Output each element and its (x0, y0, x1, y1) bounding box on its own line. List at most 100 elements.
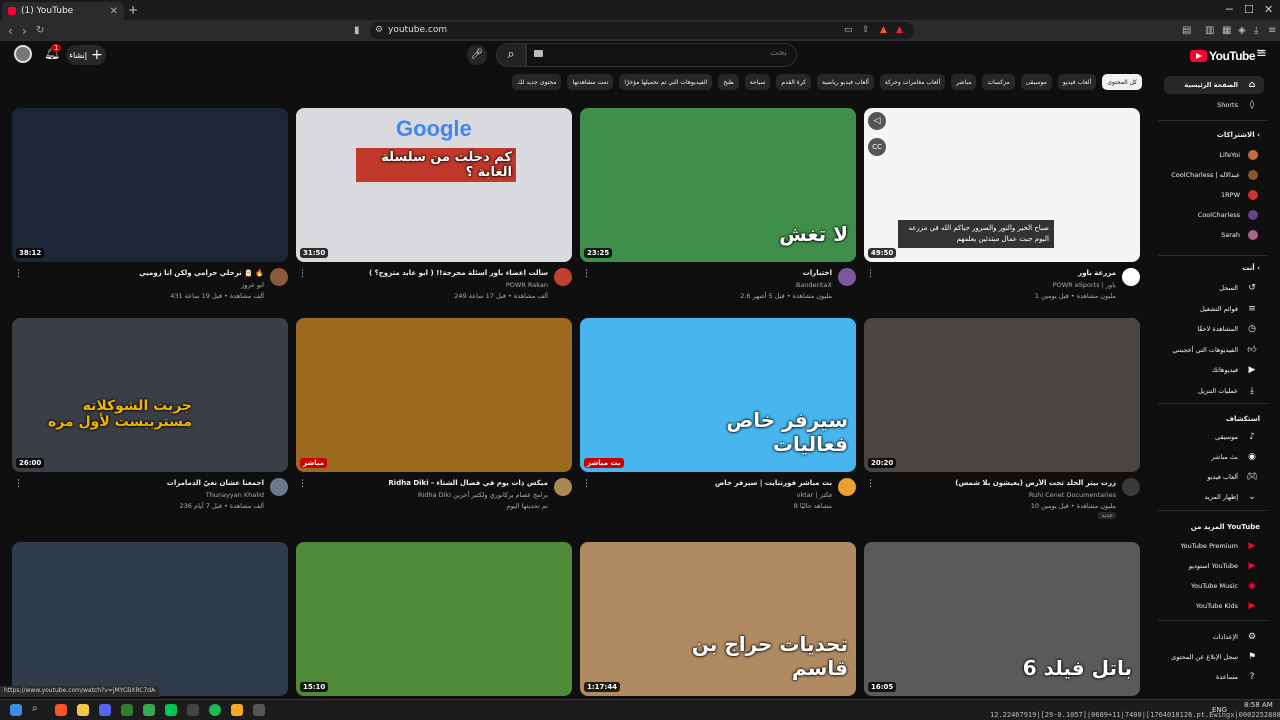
video-title[interactable]: اختبارات (602, 269, 832, 277)
account-avatar[interactable] (14, 45, 32, 63)
channel-name[interactable]: POWR eSports | باور (886, 281, 1116, 289)
maximize-icon[interactable]: ☐ (1244, 3, 1254, 16)
browser-tab[interactable]: (1) YouTube ✕ (2, 2, 124, 20)
sidebar-settings-2[interactable]: مساعدة? (1164, 668, 1264, 686)
chip-5[interactable]: ألعاب مغامرات وحركة (879, 74, 946, 90)
sidebar-sub-1[interactable]: CoolCharless | عبدالاله (1164, 166, 1264, 184)
chip-12[interactable]: محتوى جديد لك (512, 74, 562, 90)
sidebar-explore-3[interactable]: إظهار المزيد ⌄ (1164, 488, 1264, 506)
channel-name[interactable]: Ridha Diki برامج عصام يركانوري ولكثير آخ… (318, 491, 548, 499)
xbox-taskbar-icon[interactable] (121, 704, 133, 716)
video-title[interactable]: زرت بيتر الخلد تحت الأرض (يعيشون بلا شمس… (886, 479, 1116, 487)
app2-taskbar-icon[interactable] (165, 704, 177, 716)
video-thumbnail[interactable]: 15:10 (296, 542, 572, 696)
channel-name[interactable]: Ruhi Cenet Documentaries (886, 491, 1116, 499)
reload-icon[interactable]: ↻ (36, 25, 44, 36)
sidebar-you-0[interactable]: السجل ↺ (1164, 279, 1264, 297)
sidebar-you-4[interactable]: فيديوهاتك ▶ (1164, 361, 1264, 379)
site-info-icon[interactable]: ⚙ (375, 25, 383, 35)
sidebar-more-1[interactable]: استوديو YouTube ▶ (1164, 557, 1264, 575)
chip-9[interactable]: طبخ (718, 74, 739, 90)
video-thumbnail[interactable]: ◁ CC صباح الخير والنور والسرور حياكم الله … (864, 108, 1140, 262)
new-tab-icon[interactable]: + (128, 3, 138, 17)
video-thumbnail[interactable]: سيرفر خاص فعاليات بث مباشر (580, 318, 856, 472)
guide-menu-icon[interactable]: ≡ (1256, 46, 1267, 61)
create-button[interactable]: إنشاء + (66, 45, 106, 65)
forward-icon[interactable]: › (22, 24, 27, 38)
close-tab-icon[interactable]: ✕ (110, 6, 118, 17)
app5-taskbar-icon[interactable] (253, 704, 265, 716)
video-thumbnail[interactable]: تحديات حراج بن قاسم 1:17:44 (580, 542, 856, 696)
back-icon[interactable]: ‹ (8, 24, 13, 38)
channel-avatar[interactable] (554, 268, 572, 286)
app3-taskbar-icon[interactable] (187, 704, 199, 716)
video-title[interactable]: سألت اعضاء باور اسئلة محرجة!! ( ابو عابد… (318, 269, 548, 277)
channel-avatar[interactable] (1122, 478, 1140, 496)
brave-taskbar-icon[interactable] (55, 704, 67, 716)
more-actions-icon[interactable]: ⋮ (14, 269, 23, 279)
brave-shield-icon[interactable]: ▲ (880, 25, 887, 35)
sidebar-explore-2[interactable]: ألعاب فيديو 🎮︎ (1164, 468, 1264, 486)
channel-avatar[interactable] (270, 478, 288, 496)
more-actions-icon[interactable]: ⋮ (582, 479, 591, 489)
video-thumbnail[interactable]: 38:12 (12, 108, 288, 262)
search-taskbar-icon[interactable]: ⌕ (32, 703, 44, 715)
chip-1[interactable]: ألعاب فيديو (1057, 74, 1097, 90)
chip-4[interactable]: مباشر (951, 74, 977, 90)
chip-3[interactable]: مزكسات (982, 74, 1015, 90)
more-actions-icon[interactable]: ⋮ (298, 269, 307, 279)
sidebar-you-1[interactable]: قوائم التشغيل ≡ (1164, 300, 1264, 318)
sidebar-toggle-icon[interactable]: ▥ (1205, 25, 1214, 36)
sidebar-sub-2[interactable]: 1RPW (1164, 186, 1264, 204)
channel-name[interactable]: Thunayyan Khalid (34, 491, 264, 499)
sidebar-you-3[interactable]: الفيديوهات التي أعجبتني 👍︎ (1164, 341, 1264, 359)
start-icon[interactable] (10, 704, 22, 716)
more-actions-icon[interactable]: ⋮ (14, 479, 23, 489)
close-window-icon[interactable]: ✕ (1264, 3, 1273, 16)
sidebar-more-2[interactable]: YouTube Music ◉ (1164, 577, 1264, 595)
channel-name[interactable]: POWR Rakan (318, 281, 548, 289)
video-thumbnail[interactable]: كم دخلت من سلسلة الغابة ؟ Google 31:50 (296, 108, 572, 262)
chip-11[interactable]: تمت مشاهدتها (567, 74, 614, 90)
you-heading[interactable]: أنت ‹ (1242, 264, 1260, 272)
more-actions-icon[interactable]: ⋮ (866, 269, 875, 279)
video-thumbnail[interactable]: باتل فيلد 6 16:05 (864, 542, 1140, 696)
video-thumbnail[interactable]: 20:20 (864, 318, 1140, 472)
video-title[interactable]: Ridha Diki - ميكس ذات يوم في فضال الشتاء (318, 479, 548, 487)
sidebar-more-3[interactable]: YouTube Kids ▶ (1164, 597, 1264, 615)
youtube-logo[interactable]: YouTube SA (1190, 49, 1264, 63)
channel-name[interactable]: BanderitaX (602, 281, 832, 289)
chip-2[interactable]: موسيقى (1020, 74, 1052, 90)
chip-6[interactable]: ألعاب فيديو رياضية (817, 74, 874, 90)
video-title[interactable]: بث مباشر فورتنايت | سيرفر خاص (602, 479, 832, 487)
minimize-icon[interactable]: ─ (1226, 3, 1233, 16)
channel-name[interactable]: vktar | فكتر (602, 491, 832, 499)
sidebar-explore-1[interactable]: بث مباشر ◉ (1164, 448, 1264, 466)
discord-taskbar-icon[interactable] (99, 704, 111, 716)
address-bar[interactable]: ⚙ youtube.com ▭ ⇪ ▲ ▲ (370, 22, 914, 39)
downloads-icon[interactable]: ⤓ (1254, 25, 1258, 36)
subscriptions-heading[interactable]: الاشتراكات ‹ (1217, 131, 1260, 139)
video-thumbnail[interactable]: جربت الشوكلاته مستربيست لأول مره 26:00 (12, 318, 288, 472)
spotify-taskbar-icon[interactable] (209, 704, 221, 716)
menu-icon[interactable]: ≡ (1268, 25, 1276, 36)
explorer-taskbar-icon[interactable] (77, 704, 89, 716)
cast-icon[interactable]: ▭ (844, 25, 853, 35)
search-button[interactable]: ⌕ (496, 43, 526, 67)
chip-7[interactable]: كرة القدم (776, 74, 811, 90)
more-actions-icon[interactable]: ⋮ (298, 479, 307, 489)
sidebar-sub-0[interactable]: LifeYoi (1164, 146, 1264, 164)
wallet-icon[interactable]: ▦ (1222, 25, 1231, 36)
video-title[interactable]: ترحلي حرامي ولكن أنا زوميي 🎅 🔥 (34, 269, 264, 277)
channel-name[interactable]: ابو عزوز (34, 281, 264, 289)
sidebar-sub-4[interactable]: Sarah (1164, 226, 1264, 244)
sidebar-item-home[interactable]: الصفحة الرئيسية ⌂ (1164, 76, 1264, 94)
app4-taskbar-icon[interactable] (231, 704, 243, 716)
sidebar-settings-0[interactable]: الإعدادات ⚙ (1164, 628, 1264, 646)
more-actions-icon[interactable]: ⋮ (866, 479, 875, 489)
search-box[interactable] (526, 43, 797, 67)
share-icon[interactable]: ⇪ (862, 25, 870, 35)
sidebar-you-2[interactable]: المشاهدة لاحقًا ◷ (1164, 320, 1264, 338)
keyboard-icon[interactable] (534, 50, 543, 57)
video-title[interactable]: اجمعنا عشان نعيّ الدمامرات (34, 479, 264, 487)
